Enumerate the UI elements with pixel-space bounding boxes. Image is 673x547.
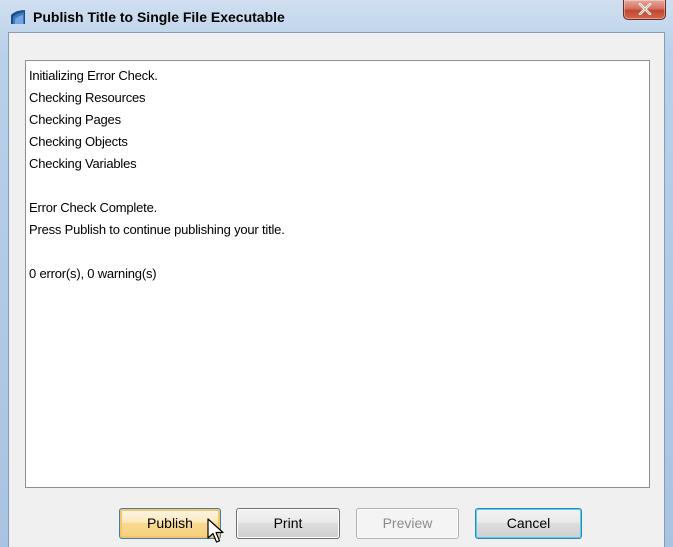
publish-dialog: Publish Title to Single File Executable … bbox=[0, 0, 673, 547]
log-line-blank bbox=[29, 241, 649, 263]
title-bar[interactable]: Publish Title to Single File Executable bbox=[0, 0, 673, 32]
publish-button[interactable]: Publish bbox=[119, 508, 221, 539]
error-check-log[interactable]: Initializing Error Check. Checking Resou… bbox=[25, 60, 650, 488]
log-line: Checking Pages bbox=[29, 112, 121, 127]
log-line-summary: 0 error(s), 0 warning(s) bbox=[29, 266, 157, 281]
log-line: Error Check Complete. bbox=[29, 200, 158, 215]
log-line: Press Publish to continue publishing you… bbox=[29, 222, 285, 237]
print-button[interactable]: Print bbox=[236, 508, 340, 539]
window-title: Publish Title to Single File Executable bbox=[33, 9, 285, 25]
dialog-client-area: Initializing Error Check. Checking Resou… bbox=[8, 32, 665, 547]
log-line: Checking Objects bbox=[29, 134, 128, 149]
close-icon bbox=[638, 3, 652, 15]
cancel-button[interactable]: Cancel bbox=[475, 508, 582, 539]
log-line: Checking Variables bbox=[29, 156, 137, 171]
log-line-blank bbox=[29, 175, 649, 197]
log-line: Checking Resources bbox=[29, 90, 146, 105]
preview-button: Preview bbox=[356, 508, 459, 539]
app-icon[interactable] bbox=[10, 9, 26, 25]
log-line: Initializing Error Check. bbox=[29, 68, 158, 83]
close-button[interactable] bbox=[623, 0, 666, 20]
